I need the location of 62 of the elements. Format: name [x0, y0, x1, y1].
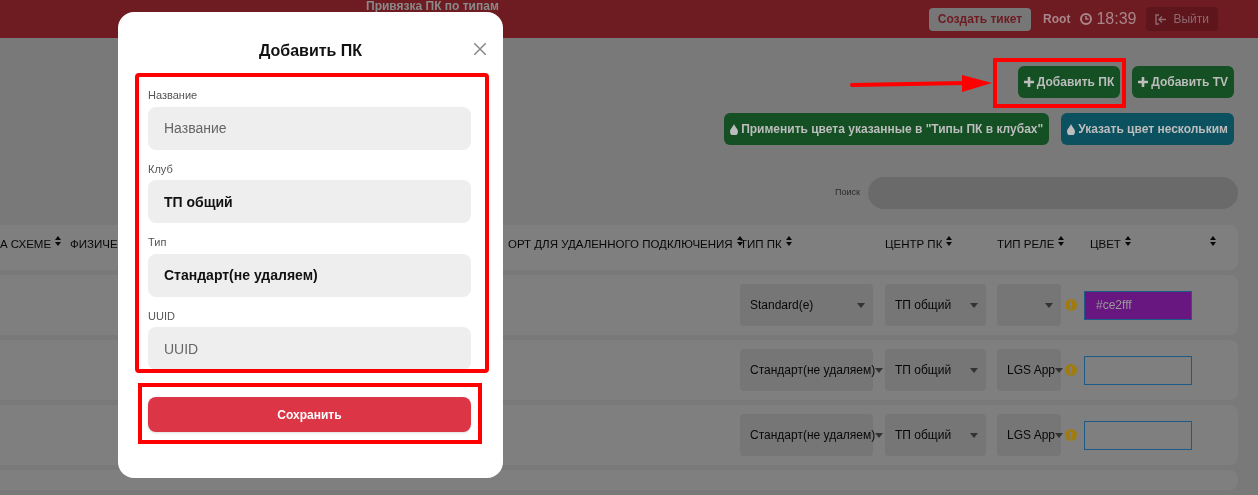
action-button[interactable]: Применить цвета указанные в "Типы ПК в клубах" [724, 113, 1050, 145]
select-field[interactable]: ТП общий [885, 284, 986, 326]
drop-icon [730, 123, 739, 135]
ticket-button[interactable]: Создать тикет [928, 7, 1032, 31]
input-field[interactable]: Название [148, 106, 471, 150]
input-field[interactable]: UUID [148, 327, 471, 370]
select-field[interactable]: LGS App [997, 414, 1061, 456]
plus-icon [1023, 77, 1034, 87]
sort-icon [946, 236, 953, 246]
modal-title: Добавить ПК [257, 41, 364, 61]
save-button[interactable]: Сохранить [148, 397, 471, 432]
color-field[interactable]: #ce2fff [1084, 290, 1192, 320]
select-field[interactable]: ТП общий [885, 349, 986, 391]
user-name: Root [1043, 11, 1071, 28]
color-field[interactable] [1084, 355, 1192, 385]
color-field[interactable] [1084, 420, 1192, 450]
sort-icon [1058, 236, 1065, 246]
caret-icon [875, 367, 884, 373]
column-header[interactable]: ОРТ ДЛЯ УДАЛЕННОГО ПОДКЛЮЧЕНИЯ [508, 236, 733, 254]
select-field[interactable]: ТП общий [885, 414, 986, 456]
caret-icon [875, 432, 884, 438]
sort-icon [55, 236, 62, 246]
search-label: Поиск [835, 186, 860, 200]
warning-icon [1065, 429, 1077, 441]
warning-icon [1065, 299, 1077, 311]
clock-icon [1080, 13, 1093, 25]
column-header[interactable]: ТИП ПК [740, 236, 782, 254]
field-label: Клуб [148, 161, 174, 177]
caret-icon [857, 302, 865, 308]
field-label: Название [148, 88, 199, 103]
caret-icon [970, 432, 978, 438]
sort-icon [1124, 236, 1131, 246]
caret-icon [1045, 302, 1053, 308]
input-field[interactable]: Стандарт(не удаляем) [148, 253, 471, 297]
logout-button[interactable]: Выйти [1146, 7, 1218, 31]
column-header[interactable]: ЦЕНТР ПК [885, 236, 943, 254]
field-label: Тип [148, 235, 168, 250]
action-button[interactable]: Добавить TV [1132, 66, 1234, 98]
caret-icon [1055, 367, 1064, 373]
column-header[interactable]: ФИЗИЧЕ [70, 236, 118, 254]
warning-icon [1065, 364, 1077, 376]
clock-time: 18:39 [1096, 9, 1137, 29]
sort-icon [1210, 236, 1216, 246]
caret-icon [970, 302, 978, 308]
column-header[interactable]: ТИП РЕЛЕ [997, 236, 1055, 254]
sort-icon [785, 236, 792, 246]
plus-icon [1138, 77, 1149, 87]
column-header[interactable]: ЦВЕТ [1090, 236, 1121, 254]
page-title: Привязка ПК по типам [366, 0, 499, 12]
field-label: UUID [148, 308, 176, 324]
drop-icon [1067, 123, 1076, 135]
action-button[interactable]: Добавить ПК [1017, 66, 1121, 98]
select-field[interactable] [997, 284, 1061, 326]
input-field[interactable]: ТП общий [148, 180, 471, 223]
select-field[interactable]: Standard(e) [740, 284, 873, 326]
column-header[interactable]: А СХЕМЕ [0, 236, 52, 254]
action-button[interactable]: Указать цвет нескольким [1061, 113, 1234, 145]
exit-icon [1155, 13, 1168, 25]
caret-icon [970, 367, 978, 373]
close-icon[interactable] [474, 43, 486, 55]
select-field[interactable]: LGS App [997, 349, 1061, 391]
caret-icon [1055, 432, 1064, 438]
